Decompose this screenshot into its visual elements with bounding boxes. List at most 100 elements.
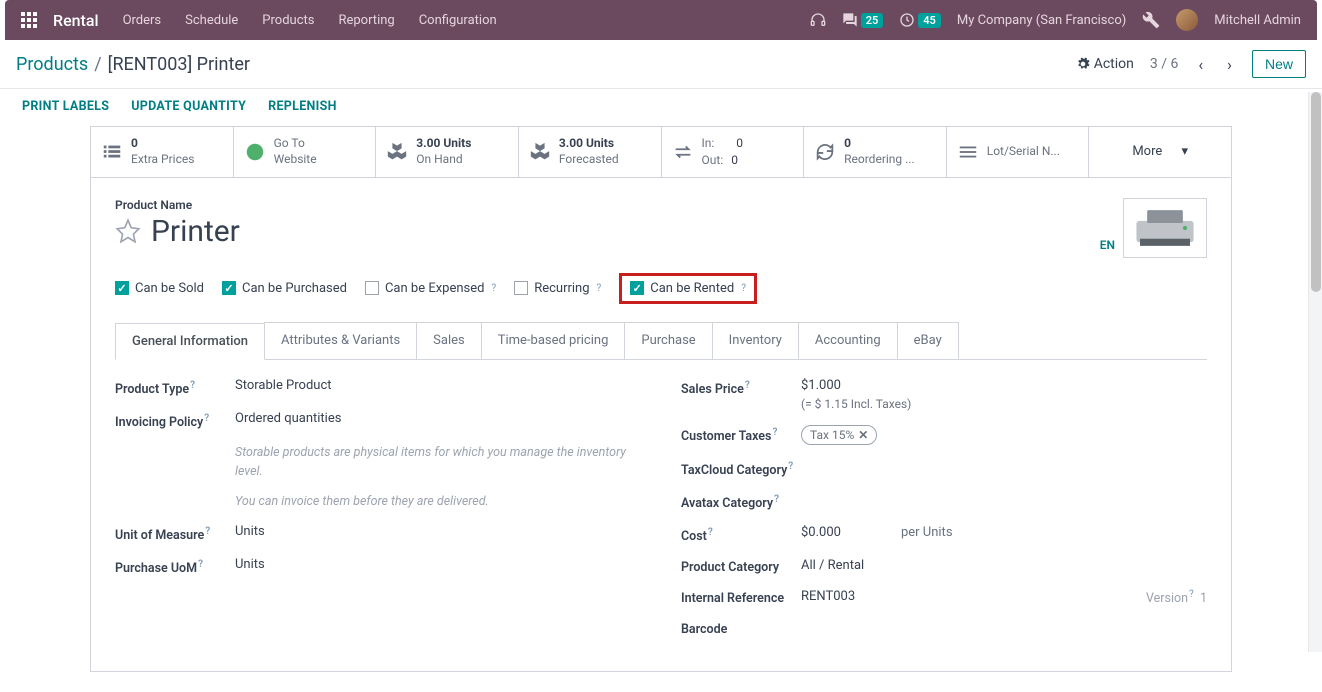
chat-count: 25: [861, 13, 884, 28]
clock-badge[interactable]: 45: [899, 12, 941, 28]
chk-label: Recurring: [534, 281, 589, 296]
uom-value[interactable]: Units: [235, 524, 265, 539]
nav-configuration[interactable]: Configuration: [419, 13, 497, 28]
refresh-icon: [814, 141, 836, 163]
form: Product Name Printer EN Can be Sold Can …: [90, 178, 1232, 673]
nav-orders[interactable]: Orders: [123, 13, 162, 28]
stat-value: 0: [131, 136, 194, 152]
headset-icon[interactable]: [810, 12, 826, 28]
price-incl: (= $ 1.15 Incl. Taxes): [801, 397, 911, 411]
note-invoice: You can invoice them before they are del…: [235, 493, 641, 512]
checkbox-icon: [365, 281, 379, 295]
stat-more[interactable]: More ▾: [1089, 127, 1231, 177]
tools-icon[interactable]: [1142, 11, 1160, 29]
checkbox-icon: [514, 281, 528, 295]
ref-value[interactable]: RENT003: [801, 589, 855, 604]
fields: Product Type?Storable Product Invoicing …: [115, 378, 1207, 652]
stat-label: Website: [274, 152, 317, 168]
globe-icon: [244, 141, 266, 163]
chk-expensed[interactable]: Can be Expensed?: [365, 281, 496, 296]
stat-lot-serial[interactable]: Lot/Serial N...: [947, 127, 1090, 177]
breadcrumb-root[interactable]: Products: [16, 54, 88, 75]
stat-value: 0: [844, 136, 915, 152]
stat-extra-prices[interactable]: 0Extra Prices: [91, 127, 234, 177]
transfer-icon: [672, 141, 694, 163]
help-icon: ?: [597, 283, 602, 294]
stat-value: 0: [731, 152, 738, 169]
breadcrumb-current: [RENT003] Printer: [108, 54, 250, 75]
action-menu[interactable]: Action: [1076, 56, 1134, 72]
note-storable: Storable products are physical items for…: [235, 444, 641, 482]
star-icon[interactable]: [115, 218, 141, 244]
product-image[interactable]: [1123, 198, 1207, 258]
stat-in-out[interactable]: In: 0 Out:0: [662, 127, 805, 177]
print-labels-button[interactable]: PRINT LABELS: [22, 99, 109, 114]
update-quantity-button[interactable]: UPDATE QUANTITY: [131, 99, 246, 114]
invoicing-value[interactable]: Ordered quantities: [235, 411, 341, 426]
tab-purchase[interactable]: Purchase: [624, 322, 712, 359]
new-button[interactable]: New: [1252, 50, 1306, 78]
lang-badge[interactable]: EN: [1100, 238, 1115, 252]
nav-products[interactable]: Products: [262, 13, 314, 28]
topnav-right: 25 45 My Company (San Francisco) Mitchel…: [810, 9, 1301, 31]
checks-row: Can be Sold Can be Purchased Can be Expe…: [115, 273, 1207, 304]
stat-label: On Hand: [416, 152, 471, 168]
app-title[interactable]: Rental: [53, 11, 99, 30]
stat-label: Forecasted: [559, 152, 619, 168]
company-name[interactable]: My Company (San Francisco): [957, 13, 1126, 28]
tax-label: Customer Taxes?: [681, 425, 801, 444]
replenish-button[interactable]: REPLENISH: [268, 99, 337, 114]
nav-schedule[interactable]: Schedule: [185, 13, 238, 28]
remove-tax-icon[interactable]: ✕: [858, 428, 868, 442]
puom-value[interactable]: Units: [235, 557, 265, 572]
chk-recurring[interactable]: Recurring?: [514, 281, 601, 296]
apps-icon[interactable]: [21, 12, 37, 28]
stat-website[interactable]: Go ToWebsite: [234, 127, 377, 177]
chk-sold[interactable]: Can be Sold: [115, 281, 204, 296]
tab-inventory[interactable]: Inventory: [712, 322, 799, 359]
tab-ebay[interactable]: eBay: [897, 322, 959, 359]
stat-value: 3.00 Units: [416, 136, 471, 152]
chk-rented[interactable]: Can be Rented?: [630, 281, 746, 296]
chat-badge[interactable]: 25: [842, 12, 884, 28]
nav-reporting[interactable]: Reporting: [338, 13, 394, 28]
username[interactable]: Mitchell Admin: [1214, 13, 1301, 28]
gear-icon: [1076, 57, 1090, 71]
barcode-label: Barcode: [681, 620, 801, 637]
category-value[interactable]: All / Rental: [801, 558, 864, 573]
top-navbar: Rental Orders Schedule Products Reportin…: [5, 0, 1317, 40]
pager-next[interactable]: ›: [1223, 55, 1236, 74]
uom-label: Unit of Measure?: [115, 524, 235, 543]
tab-general[interactable]: General Information: [115, 323, 265, 360]
puom-label: Purchase UoM?: [115, 557, 235, 576]
product-name-label: Product Name: [115, 198, 1207, 212]
chk-label: Can be Rented: [650, 281, 734, 296]
breadcrumb-actions: Action 3 / 6 ‹ › New: [1076, 50, 1306, 78]
caret-down-icon: ▾: [1182, 144, 1189, 159]
product-name[interactable]: Printer: [151, 214, 240, 249]
tab-time-pricing[interactable]: Time-based pricing: [481, 322, 626, 359]
nav-links: Orders Schedule Products Reporting Confi…: [123, 13, 497, 28]
chk-purchased[interactable]: Can be Purchased: [222, 281, 347, 296]
scrollbar-thumb[interactable]: [1311, 92, 1321, 292]
breadcrumb-row: Products / [RENT003] Printer Action 3 / …: [0, 40, 1322, 89]
stat-reordering[interactable]: 0Reordering ...: [804, 127, 947, 177]
tab-attributes[interactable]: Attributes & Variants: [264, 322, 417, 359]
stat-forecasted[interactable]: 3.00 UnitsForecasted: [519, 127, 662, 177]
tab-sales[interactable]: Sales: [416, 322, 482, 359]
cost-per: per Units: [901, 525, 953, 540]
stat-label: Reordering ...: [844, 152, 915, 168]
stat-label: In:: [702, 135, 715, 152]
pager-prev[interactable]: ‹: [1194, 55, 1207, 74]
cost-value[interactable]: $0.000: [801, 525, 841, 540]
tab-accounting[interactable]: Accounting: [798, 322, 898, 359]
product-type-value[interactable]: Storable Product: [235, 378, 332, 393]
avatar[interactable]: [1176, 9, 1198, 31]
tax-tag[interactable]: Tax 15%✕: [801, 425, 877, 445]
stat-label: Extra Prices: [131, 152, 194, 168]
scrollbar[interactable]: [1308, 92, 1322, 652]
price-value[interactable]: $1.000: [801, 378, 841, 393]
chk-label: Can be Purchased: [242, 281, 347, 296]
stat-on-hand[interactable]: 3.00 UnitsOn Hand: [376, 127, 519, 177]
clock-count: 45: [918, 13, 941, 28]
